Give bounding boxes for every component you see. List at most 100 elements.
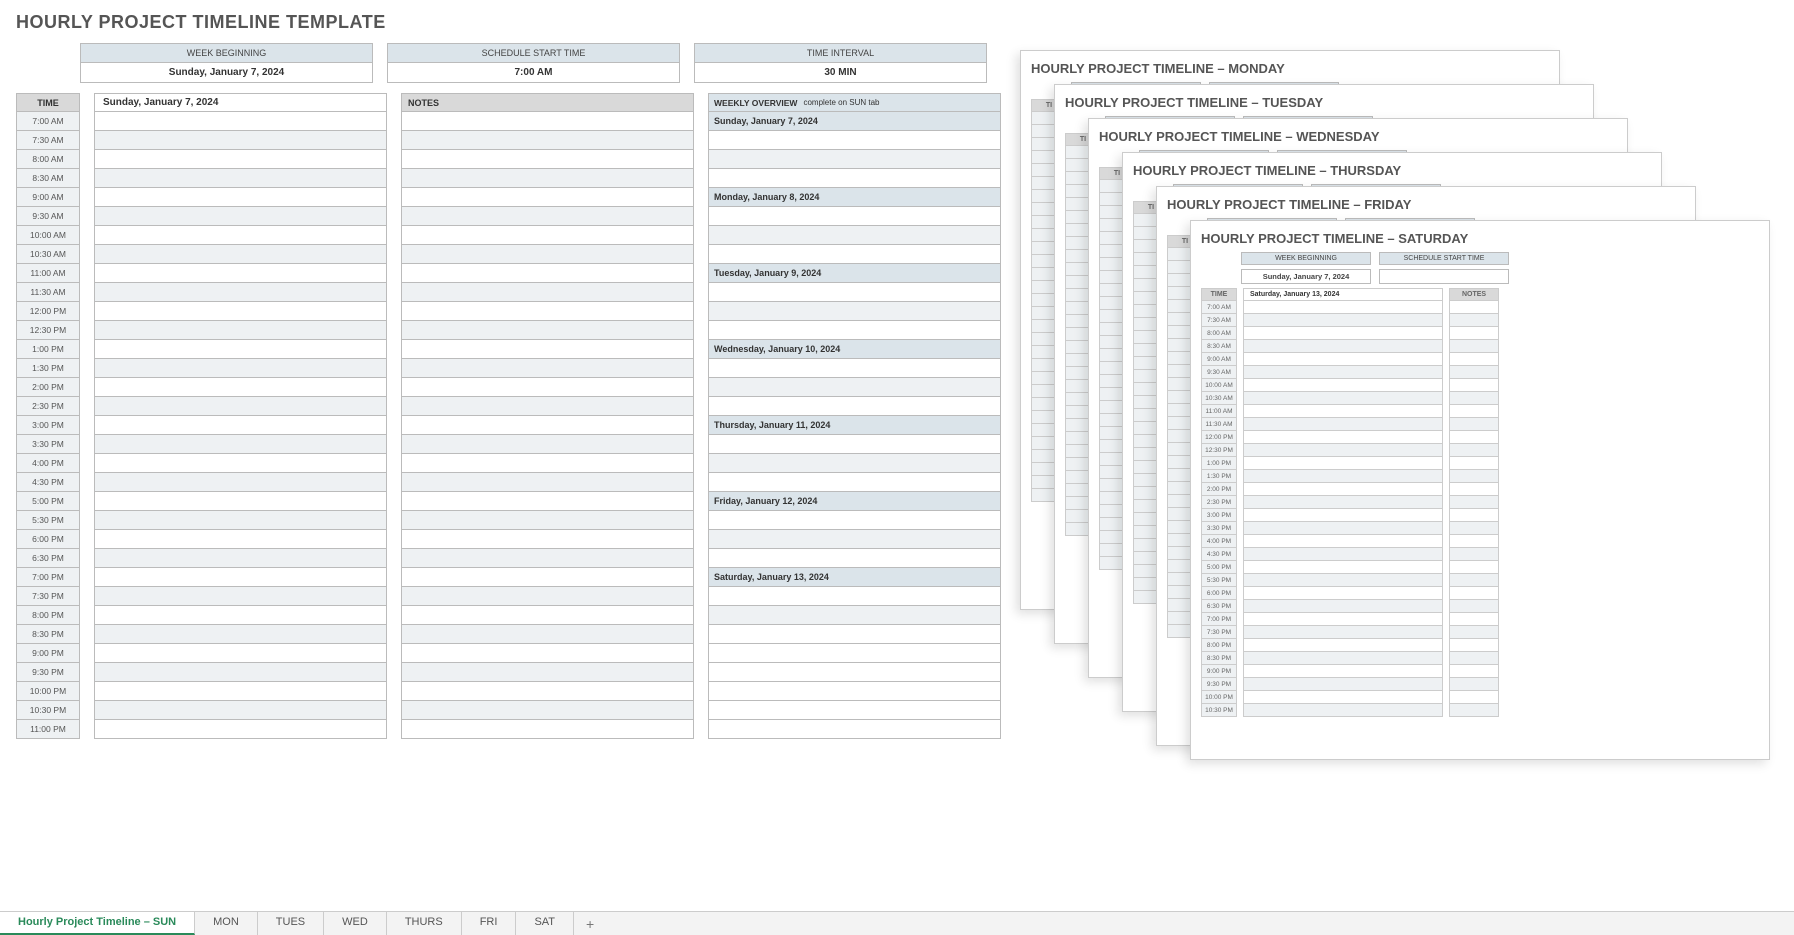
notes-cell[interactable] [401,302,694,321]
schedule-cell[interactable] [94,682,387,701]
week-overview-cell[interactable] [708,644,1001,663]
week-overview-cell[interactable] [708,701,1001,720]
notes-cell[interactable] [401,625,694,644]
notes-cell[interactable] [401,283,694,302]
schedule-cell[interactable] [94,321,387,340]
sheet-tab[interactable]: Hourly Project Timeline – SUN [0,912,195,935]
schedule-cell[interactable] [94,587,387,606]
week-overview-cell[interactable] [708,606,1001,625]
schedule-cell[interactable] [94,226,387,245]
notes-cell[interactable] [401,682,694,701]
add-sheet-button[interactable]: + [574,912,606,935]
schedule-cell[interactable] [94,340,387,359]
week-overview-cell[interactable] [708,359,1001,378]
notes-cell[interactable] [401,530,694,549]
schedule-cell[interactable] [94,473,387,492]
week-overview-cell[interactable] [708,378,1001,397]
week-overview-cell[interactable] [708,283,1001,302]
schedule-cell[interactable] [94,492,387,511]
schedule-cell[interactable] [94,131,387,150]
notes-cell[interactable] [401,131,694,150]
notes-cell[interactable] [401,150,694,169]
notes-cell[interactable] [401,435,694,454]
week-overview-cell[interactable] [708,454,1001,473]
schedule-cell[interactable] [94,397,387,416]
notes-cell[interactable] [401,663,694,682]
notes-cell[interactable] [401,701,694,720]
sheet-tab[interactable]: WED [324,912,387,935]
schedule-cell[interactable] [94,511,387,530]
notes-cell[interactable] [401,188,694,207]
schedule-cell[interactable] [94,207,387,226]
notes-cell[interactable] [401,207,694,226]
week-overview-cell[interactable] [708,682,1001,701]
schedule-cell[interactable] [94,188,387,207]
schedule-cell[interactable] [94,169,387,188]
notes-cell[interactable] [401,340,694,359]
schedule-cell[interactable] [94,264,387,283]
week-overview-cell[interactable] [708,302,1001,321]
week-overview-cell[interactable] [708,473,1001,492]
week-overview-cell[interactable] [708,625,1001,644]
week-overview-cell[interactable] [708,549,1001,568]
sheet-tab[interactable]: THURS [387,912,462,935]
notes-cell[interactable] [401,720,694,739]
notes-cell[interactable] [401,644,694,663]
week-overview-cell[interactable] [708,397,1001,416]
week-overview-cell[interactable] [708,530,1001,549]
notes-cell[interactable] [401,359,694,378]
notes-cell[interactable] [401,587,694,606]
schedule-cell[interactable] [94,644,387,663]
schedule-cell[interactable] [94,720,387,739]
week-overview-cell[interactable] [708,321,1001,340]
schedule-cell[interactable] [94,701,387,720]
schedule-cell[interactable] [94,549,387,568]
week-overview-cell[interactable] [708,245,1001,264]
notes-cell[interactable] [401,549,694,568]
week-overview-cell[interactable] [708,207,1001,226]
week-overview-cell[interactable] [708,226,1001,245]
sheet-tab[interactable]: TUES [258,912,324,935]
schedule-cell[interactable] [94,435,387,454]
schedule-cell[interactable] [94,606,387,625]
notes-cell[interactable] [401,169,694,188]
schedule-cell[interactable] [94,150,387,169]
week-overview-cell[interactable] [708,131,1001,150]
notes-cell[interactable] [401,245,694,264]
schedule-cell[interactable] [94,568,387,587]
start-time-value[interactable]: 7:00 AM [388,63,679,82]
schedule-cell[interactable] [94,112,387,131]
notes-cell[interactable] [401,264,694,283]
notes-cell[interactable] [401,454,694,473]
notes-cell[interactable] [401,226,694,245]
schedule-cell[interactable] [94,663,387,682]
schedule-cell[interactable] [94,530,387,549]
schedule-cell[interactable] [94,378,387,397]
notes-cell[interactable] [401,568,694,587]
schedule-cell[interactable] [94,302,387,321]
week-overview-cell[interactable] [708,150,1001,169]
notes-cell[interactable] [401,416,694,435]
notes-cell[interactable] [401,378,694,397]
sheet-tab[interactable]: MON [195,912,258,935]
schedule-cell[interactable] [94,625,387,644]
notes-cell[interactable] [401,606,694,625]
week-overview-cell[interactable] [708,720,1001,739]
schedule-cell[interactable] [94,454,387,473]
interval-value[interactable]: 30 MIN [695,63,986,82]
schedule-cell[interactable] [94,416,387,435]
notes-cell[interactable] [401,492,694,511]
schedule-cell[interactable] [94,245,387,264]
notes-cell[interactable] [401,397,694,416]
notes-cell[interactable] [401,321,694,340]
week-beginning-value[interactable]: Sunday, January 7, 2024 [81,63,372,82]
week-overview-cell[interactable] [708,435,1001,454]
notes-cell[interactable] [401,511,694,530]
week-overview-cell[interactable] [708,169,1001,188]
week-overview-cell[interactable] [708,587,1001,606]
sheet-tab[interactable]: SAT [516,912,574,935]
notes-cell[interactable] [401,473,694,492]
week-overview-cell[interactable] [708,511,1001,530]
sheet-tab[interactable]: FRI [462,912,517,935]
schedule-cell[interactable] [94,283,387,302]
